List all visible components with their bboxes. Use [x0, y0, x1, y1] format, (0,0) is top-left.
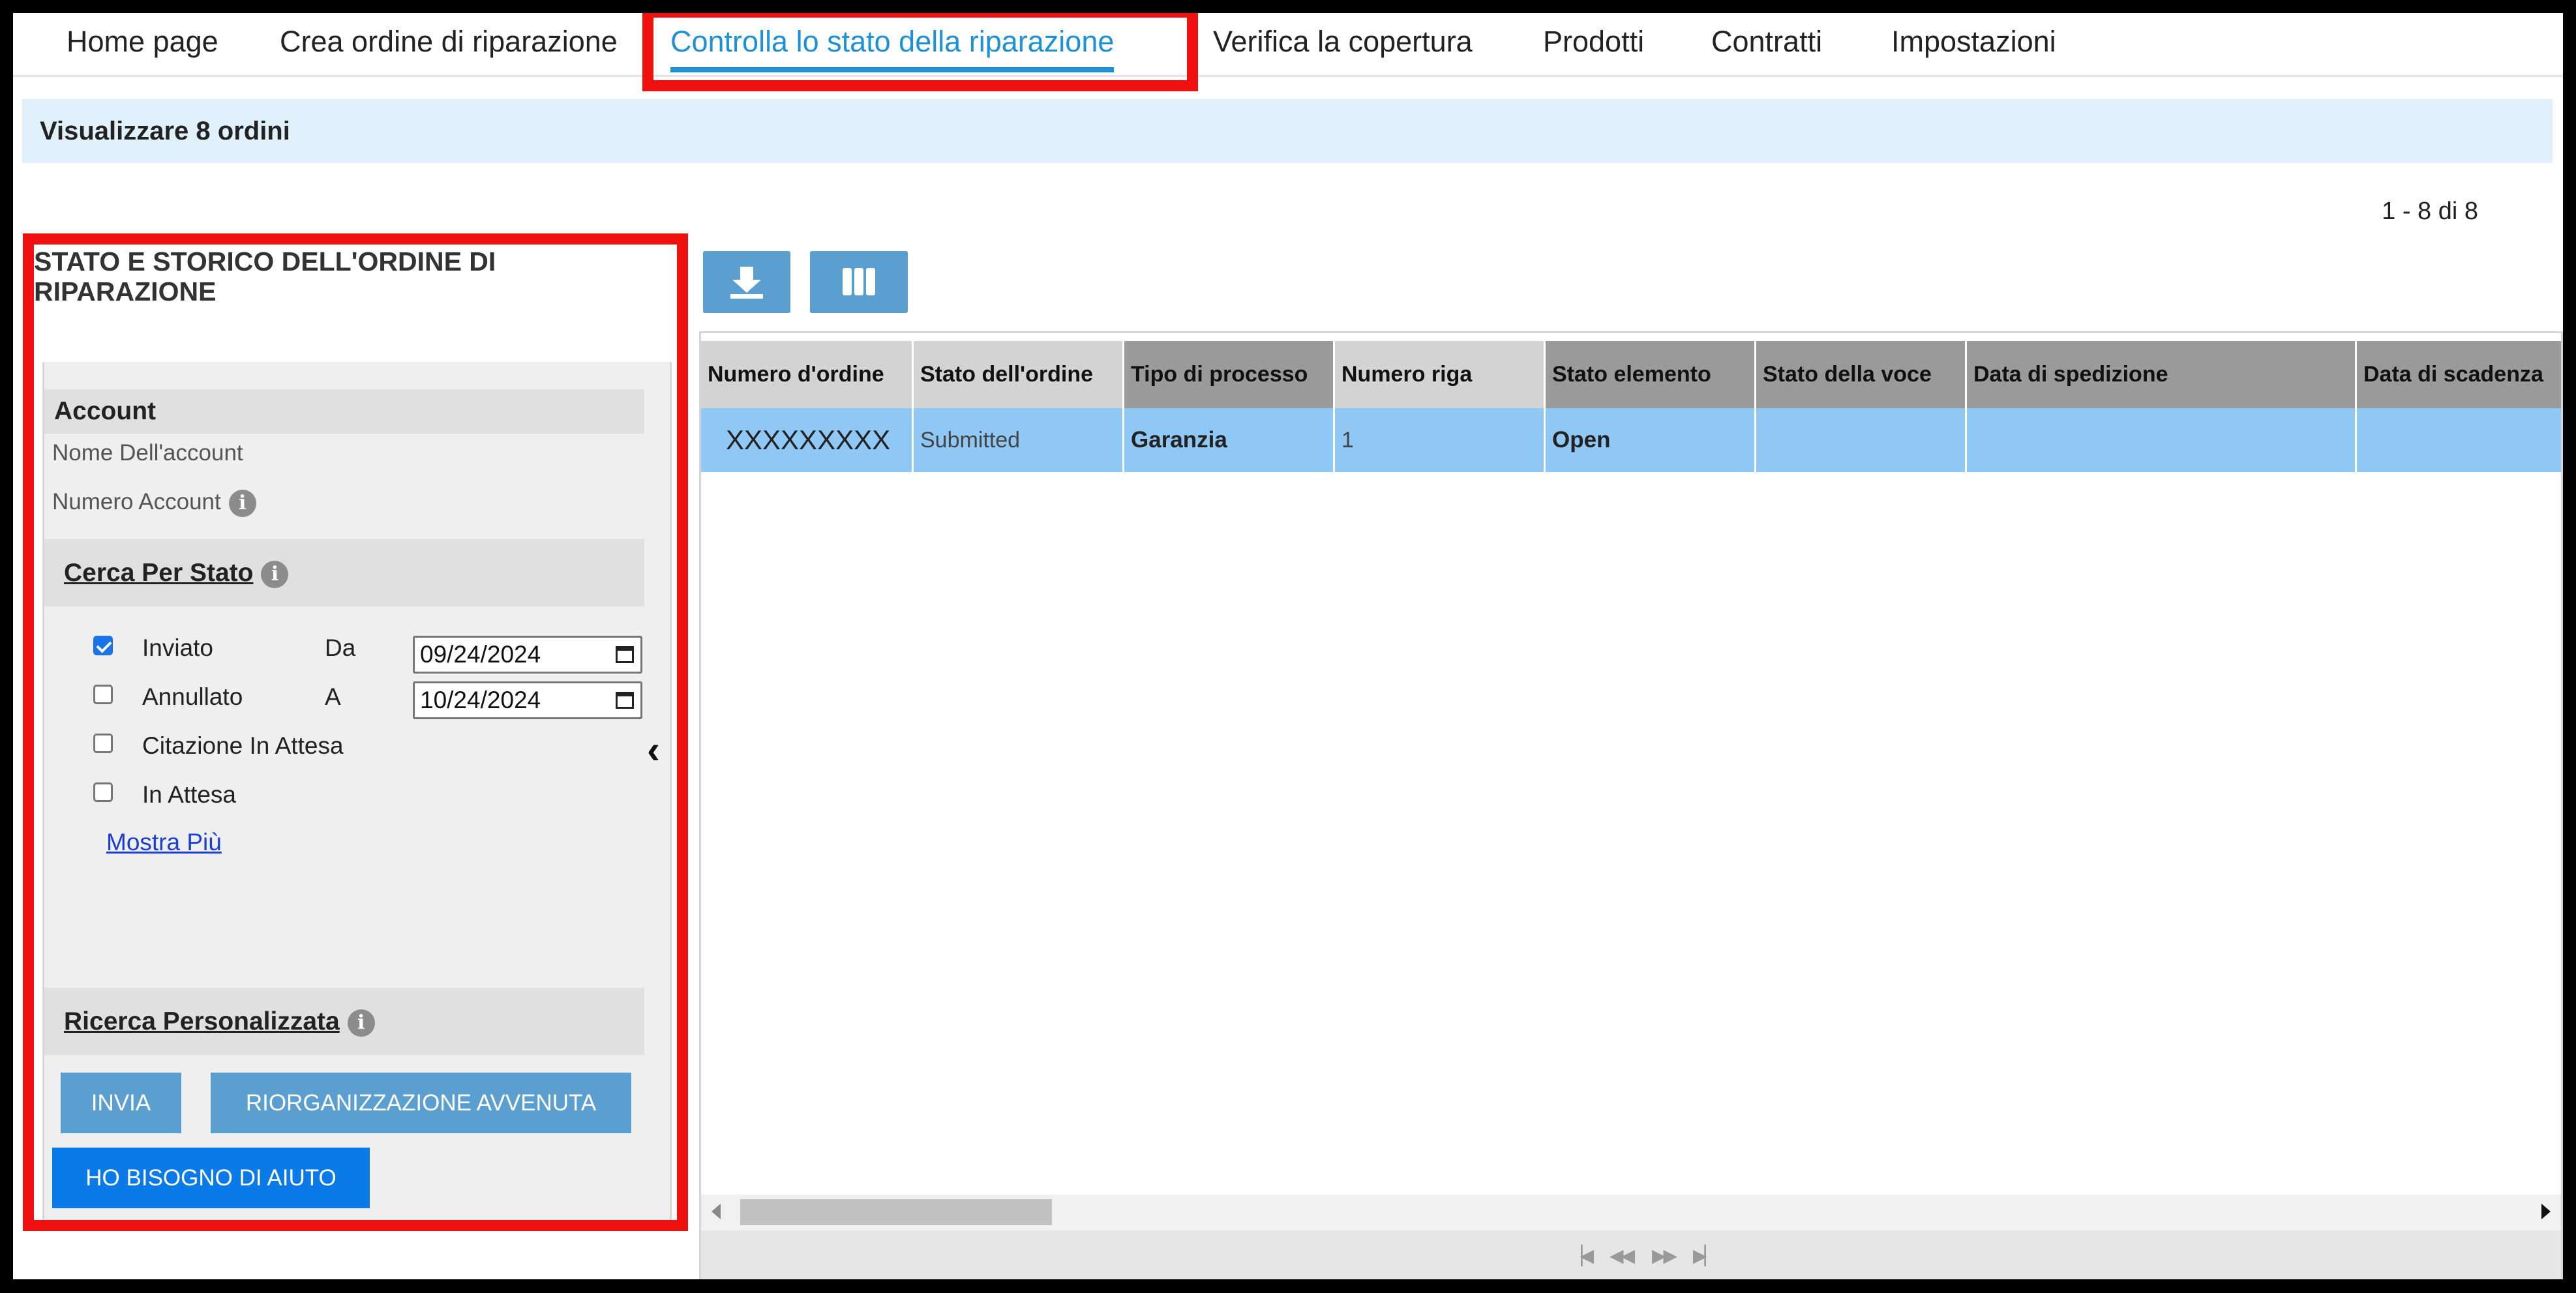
account-number-label: Numero Account [52, 489, 221, 514]
horizontal-scrollbar[interactable] [701, 1195, 2561, 1230]
account-number-row: Numero Account i [52, 489, 256, 517]
nav-verify-coverage[interactable]: Verifica la copertura [1213, 13, 1473, 75]
nav-check-repair-status[interactable]: Controlla lo stato della riparazione [670, 13, 1115, 75]
orders-grid: Numero d'ordine Stato dell'ordine Tipo d… [699, 331, 2563, 1279]
top-nav: Home page Crea ordine di riparazione Con… [13, 13, 2563, 77]
panel-title: STATO E STORICO DELL'ORDINE DI RIPARAZIO… [34, 246, 496, 306]
next-page-icon[interactable]: ▶▶ [1652, 1245, 1677, 1266]
status-search-title[interactable]: Cerca Per Stato [64, 559, 253, 587]
label-in-attesa: In Attesa [142, 781, 236, 808]
nav-home[interactable]: Home page [67, 13, 218, 75]
label-inviato: Inviato [142, 634, 214, 661]
columns-button[interactable] [810, 251, 908, 313]
last-page-icon[interactable]: ▶▏ [1693, 1245, 1718, 1266]
cell-order-status: Submitted [914, 408, 1124, 472]
to-date-value: 10/24/2024 [420, 687, 541, 713]
cell-ship-date [1967, 408, 2357, 472]
nav-products[interactable]: Prodotti [1543, 13, 1644, 75]
app-frame: Home page Crea ordine di riparazione Con… [13, 13, 2563, 1279]
download-icon [730, 267, 763, 299]
columns-icon [843, 268, 875, 295]
info-icon[interactable]: i [347, 1009, 375, 1037]
info-icon[interactable]: i [261, 560, 289, 588]
column-header-element-status[interactable]: Stato elemento [1546, 341, 1756, 408]
cell-element-status: Open [1546, 408, 1756, 472]
status-search-heading: Cerca Per Stato i [44, 539, 644, 606]
download-button[interactable] [703, 251, 790, 313]
from-label: Da [325, 634, 356, 661]
cell-line-number: 1 [1335, 408, 1546, 472]
calendar-icon[interactable] [616, 646, 634, 663]
scrollbar-thumb[interactable] [740, 1199, 1052, 1225]
to-label: A [325, 683, 341, 710]
from-date-value: 09/24/2024 [420, 641, 541, 668]
cell-process-type: Garanzia [1124, 408, 1335, 472]
pager-count: 1 - 8 di 8 [2382, 198, 2478, 225]
label-annullato: Annullato [142, 683, 243, 710]
reset-button[interactable]: RIORGANIZZAZIONE AVVENUTA [211, 1073, 631, 1133]
cell-due-date [2357, 408, 2561, 472]
info-icon[interactable]: i [228, 489, 256, 517]
custom-search-heading: Ricerca Personalizzata i [44, 988, 644, 1055]
column-header-ship-date[interactable]: Data di spedizione [1967, 341, 2357, 408]
account-heading: Account [44, 389, 644, 434]
column-header-order-number[interactable]: Numero d'ordine [701, 341, 914, 408]
first-page-icon[interactable]: ▕◀ [1568, 1245, 1594, 1266]
collapse-panel-icon[interactable]: ‹ [647, 727, 673, 773]
custom-search-title[interactable]: Ricerca Personalizzata [64, 1007, 340, 1035]
nav-create-repair-order[interactable]: Crea ordine di riparazione [280, 13, 618, 75]
checkbox-in-attesa[interactable] [93, 782, 113, 802]
cell-order-number[interactable]: XXXXXXXXX [701, 408, 914, 472]
account-name-label: Nome Dell'account [52, 440, 243, 466]
cell-item-status [1756, 408, 1967, 472]
checkbox-citazione-in-attesa[interactable] [93, 734, 113, 753]
column-header-due-date[interactable]: Data di scadenza [2357, 341, 2561, 408]
show-more-link[interactable]: Mostra Più [106, 829, 222, 856]
previous-page-icon[interactable]: ◀◀ [1610, 1245, 1635, 1266]
column-header-item-status[interactable]: Stato della voce [1756, 341, 1967, 408]
help-button[interactable]: HO BISOGNO DI AIUTO [52, 1148, 370, 1208]
calendar-icon[interactable] [616, 692, 634, 709]
column-header-line-number[interactable]: Numero riga [1335, 341, 1546, 408]
to-date-input[interactable]: 10/24/2024 [413, 681, 642, 719]
from-date-input[interactable]: 09/24/2024 [413, 636, 642, 674]
submit-button[interactable]: INVIA [61, 1073, 181, 1133]
nav-settings[interactable]: Impostazioni [1891, 13, 2056, 75]
label-citazione-in-attesa: Citazione In Attesa [142, 732, 344, 759]
scroll-left-icon[interactable] [711, 1204, 721, 1219]
nav-contracts[interactable]: Contratti [1711, 13, 1822, 75]
checkbox-annullato[interactable] [93, 685, 113, 704]
grid-pager: ▕◀ ◀◀ ▶▶ ▶▏ [701, 1230, 2561, 1279]
orders-banner: Visualizzare 8 ordini [22, 99, 2553, 163]
column-header-order-status[interactable]: Stato dell'ordine [914, 341, 1124, 408]
table-row[interactable]: XXXXXXXXX Submitted Garanzia 1 Open [701, 408, 2561, 472]
search-panel: Account Nome Dell'account Numero Account… [42, 362, 672, 1223]
scroll-right-icon[interactable] [2541, 1204, 2551, 1219]
column-header-process-type[interactable]: Tipo di processo [1124, 341, 1335, 408]
checkbox-inviato[interactable] [93, 636, 113, 655]
